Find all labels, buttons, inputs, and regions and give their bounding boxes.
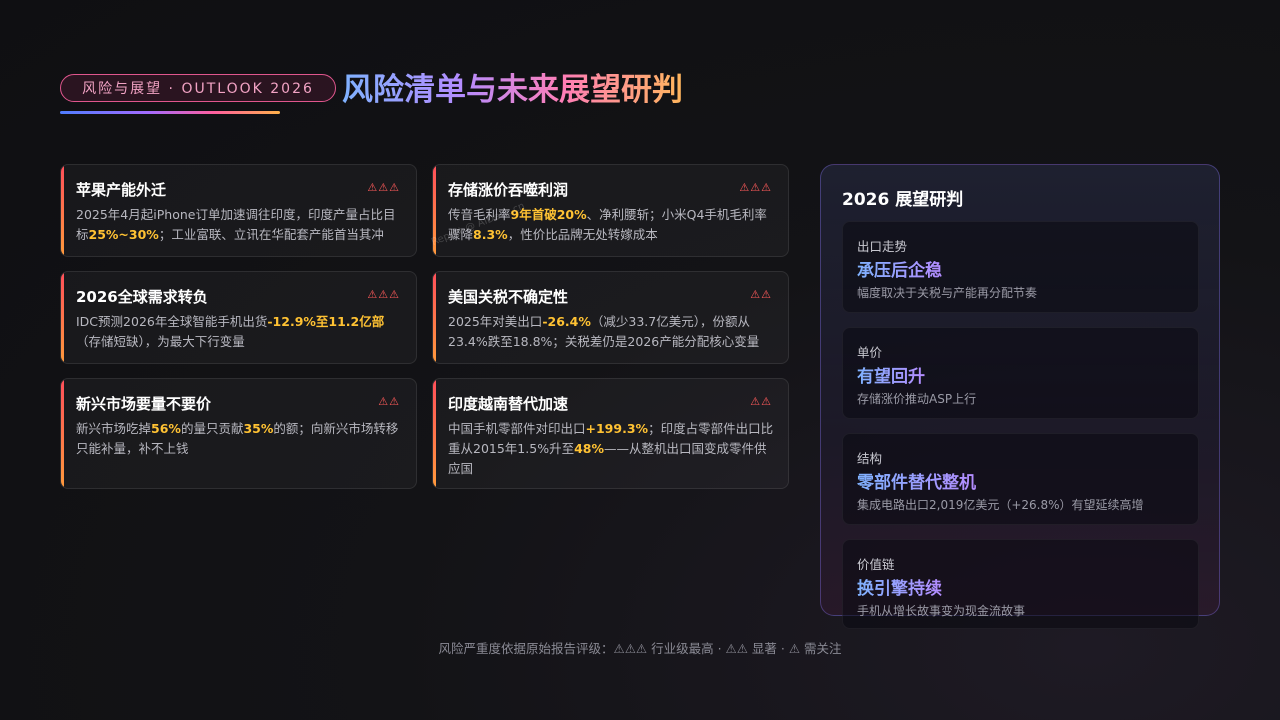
warning-icon: ⚠⚠⚠ [367,288,400,301]
outlook-desc: 集成电路出口2,019亿美元（+26.8%）有望延续高增 [857,498,1144,512]
warning-icon: ⚠⚠⚠ [367,181,400,194]
body-text: 2025年对美出口 [448,314,543,329]
risk-title: 印度越南替代加速 [448,395,569,413]
section-tag: 风险与展望 · OUTLOOK 2026 [60,74,336,102]
risk-card: 新兴市场要量不要价 ⚠⚠ 新兴市场吃掉56%的量只贡献35%的额；向新兴市场转移… [60,378,417,489]
severity-footnote: 风险严重度依据原始报告评级：⚠⚠⚠ 行业级最高 · ⚠⚠ 显著 · ⚠ 需关注 [438,641,842,656]
risk-body: 2025年对美出口-26.4%（减少33.7亿美元），份额从23.4%跌至18.… [448,312,774,352]
highlight-figure: 56% [151,421,181,436]
risk-body: 新兴市场吃掉56%的量只贡献35%的额；向新兴市场转移只能补量，补不上钱 [76,419,402,459]
body-text: 的量只贡献 [180,421,244,436]
warning-icon: ⚠⚠⚠ [739,181,772,194]
risk-card: 2026全球需求转负 ⚠⚠⚠ IDC预测2026年全球智能手机出货-12.9%至… [60,271,417,364]
body-text: IDC预测2026年全球智能手机出货 [76,314,268,329]
risk-body: 2025年4月起iPhone订单加速调往印度，印度产量占比目标25%~30%；工… [76,205,402,245]
risk-title: 2026全球需求转负 [76,288,208,306]
highlight-figure: 35% [243,421,274,436]
outlook-value: 有望回升 [857,362,925,387]
risk-title: 存储涨价吞噬利润 [448,181,569,199]
outlook-label: 出口走势 [857,239,908,254]
outlook-label: 单价 [857,345,883,360]
title-underline [60,111,280,114]
body-text: （存储短缺），为最大下行变量 [76,334,245,349]
body-text: 新兴市场吃掉 [76,421,152,436]
outlook-label: 结构 [857,451,883,466]
highlight-figure: 25%~30% [88,227,159,242]
outlook-panel: 2026 展望研判 出口走势 承压后企稳 幅度取决于关税与产能再分配节奏 单价 … [820,164,1220,629]
outlook-card: 价值链 换引擎持续 手机从增长故事变为现金流故事 [842,539,1199,629]
highlight-figure: +199.3% [585,421,649,436]
risk-title: 苹果产能外迁 [76,181,167,199]
outlook-label: 价值链 [857,557,895,572]
body-text: ，性价比品牌无处转嫁成本 [507,227,658,242]
outlook-value: 换引擎持续 [857,574,942,599]
risk-body: 中国手机零部件对印出口+199.3%；印度占零部件出口比重从2015年1.5%升… [448,419,774,479]
warning-icon: ⚠⚠ [750,288,772,301]
risk-body: IDC预测2026年全球智能手机出货-12.9%至11.2亿部 （存储短缺），为最… [76,312,402,352]
risk-card: 印度越南替代加速 ⚠⚠ 中国手机零部件对印出口+199.3%；印度占零部件出口比… [432,378,789,489]
outlook-title: 2026 展望研判 [842,190,964,210]
risk-card: 存储涨价吞噬利润 ⚠⚠⚠ 传音毛利率9年首破20%、净利腰斩；小米Q4手机毛利率… [432,164,789,257]
risk-card: 美国关税不确定性 ⚠⚠ 2025年对美出口-26.4%（减少33.7亿美元），份… [432,271,789,364]
outlook-desc: 存储涨价推动ASP上行 [857,392,977,406]
highlight-figure: 48% [574,441,604,456]
warning-icon: ⚠⚠ [750,395,772,408]
outlook-desc: 手机从增长故事变为现金流故事 [857,604,1026,618]
warning-icon: ⚠⚠ [378,395,400,408]
outlook-desc: 幅度取决于关税与产能再分配节奏 [857,286,1038,300]
risk-card: 苹果产能外迁 ⚠⚠⚠ 2025年4月起iPhone订单加速调往印度，印度产量占比… [60,164,417,257]
outlook-value: 零部件替代整机 [857,468,976,493]
risk-title: 新兴市场要量不要价 [76,395,212,413]
outlook-card: 结构 零部件替代整机 集成电路出口2,019亿美元（+26.8%）有望延续高增 [842,433,1199,525]
risk-title: 美国关税不确定性 [448,288,569,306]
highlight-figure: -26.4% [542,314,591,329]
outlook-card: 出口走势 承压后企稳 幅度取决于关税与产能再分配节奏 [842,221,1199,313]
highlight-figure: -12.9%至11.2亿部 [267,314,385,329]
body-text: ；工业富联、立讯在华配套产能首当其冲 [158,227,384,242]
outlook-card: 单价 有望回升 存储涨价推动ASP上行 [842,327,1199,419]
body-text: 中国手机零部件对印出口 [448,421,586,436]
page-title: 风险清单与未来展望研判 [342,64,683,109]
outlook-value: 承压后企稳 [857,256,942,281]
